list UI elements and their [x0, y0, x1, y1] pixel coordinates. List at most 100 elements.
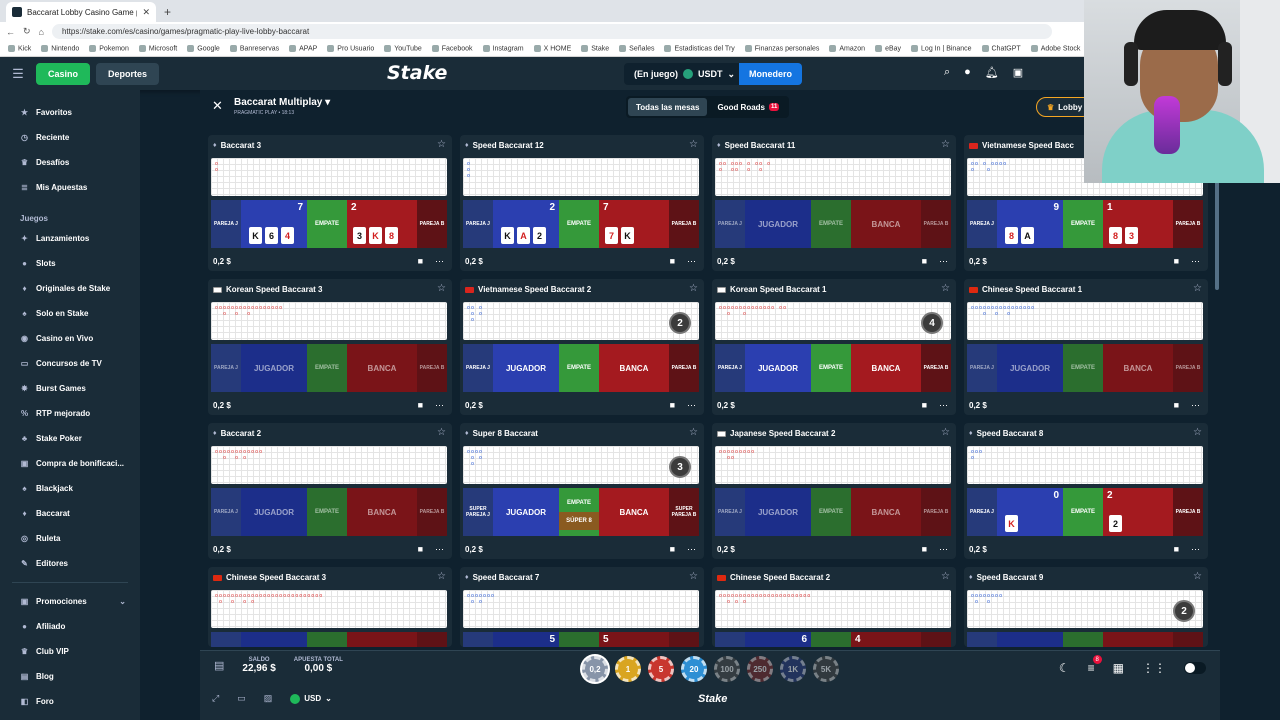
player-zone[interactable]: 2KA2	[493, 200, 559, 248]
tab-all-tables[interactable]: Todas las mesas	[628, 98, 708, 116]
more-icon[interactable]: ⋯	[435, 400, 444, 411]
grid-icon[interactable]: ⋮⋮	[1142, 661, 1166, 675]
theatre-icon[interactable]: ▭	[237, 693, 246, 704]
video-icon[interactable]: ■	[670, 544, 675, 555]
chip[interactable]: 100	[714, 656, 740, 682]
sidebar-item-blog[interactable]: ▤ Blog	[0, 664, 140, 689]
sidebar-item-baccarat[interactable]: ♦ Baccarat	[0, 501, 140, 526]
bookmark[interactable]: Pro Usuario	[327, 45, 374, 52]
bookmark[interactable]: Instagram	[483, 45, 524, 52]
banker-pair-zone[interactable]: PAREJA B	[669, 200, 699, 248]
video-icon[interactable]: ■	[670, 256, 675, 267]
sidebar-item-rtp[interactable]: % RTP mejorado	[0, 401, 140, 426]
banker-pair-zone[interactable]: SUPER PAREJA B	[669, 488, 699, 536]
table-card[interactable]: ♦ Speed Baccarat 8 ☆ ooo o PAREJA J 0 K EMPATE 2…	[964, 423, 1208, 559]
table-card[interactable]: Japanese Speed Baccarat 2 ☆ ooooooooo oo PA…	[712, 423, 956, 559]
search-icon[interactable]: ⌕	[944, 66, 950, 79]
table-card[interactable]: Korean Speed Baccarat 1 ☆ oooooooooooooo o…	[712, 279, 956, 415]
tie-zone[interactable]: EMPATE	[811, 200, 851, 248]
sidebar-item-reciente[interactable]: ◷ Reciente	[0, 125, 140, 150]
more-icon[interactable]: ⋯	[1191, 256, 1200, 267]
tab-good-roads[interactable]: Good Roads 11	[709, 98, 787, 116]
sidebar-item-favoritos[interactable]: ★ Favoritos	[0, 100, 140, 125]
star-icon[interactable]: ☆	[941, 427, 950, 438]
user-icon[interactable]: ●	[964, 66, 971, 79]
table-card[interactable]: Vietnamese Speed Baccarat 2 ☆ oo o o o o 2 P…	[460, 279, 704, 415]
chip[interactable]: 5K	[813, 656, 839, 682]
video-icon[interactable]: ■	[1174, 256, 1179, 267]
star-icon[interactable]: ☆	[437, 571, 446, 582]
player-zone[interactable]: 7 K64	[241, 200, 307, 248]
banker-zone[interactable]: BANCA	[851, 200, 921, 248]
player-pair-zone[interactable]: PAREJA J	[967, 200, 997, 248]
player-pair-zone[interactable]: PAREJA J	[211, 344, 241, 392]
table-card[interactable]: ♦ Speed Baccarat 11 ☆ oo ooo o oo o o oo o …	[712, 135, 956, 271]
chip[interactable]: 0,2	[582, 656, 608, 682]
tie-zone[interactable]: EMPATE	[1063, 200, 1103, 248]
history-icon[interactable]: ≡ 8	[1088, 655, 1102, 675]
stats-icon[interactable]: ▦	[1113, 661, 1124, 675]
banker-zone[interactable]: 77K	[599, 200, 669, 248]
star-icon[interactable]: ☆	[689, 571, 698, 582]
bookmark[interactable]: Finanzas personales	[745, 45, 820, 52]
banker-pair-zone[interactable]: PAREJA B	[921, 632, 951, 647]
balance-selector[interactable]: (En juego) USDT ⌄	[624, 63, 746, 85]
bookmark[interactable]: Amazon	[829, 45, 865, 52]
banker-zone[interactable]: 4	[851, 632, 921, 647]
bookmark[interactable]: Kick	[8, 45, 31, 52]
more-icon[interactable]: ⋯	[939, 544, 948, 555]
tie-zone[interactable]: EMPATE	[1063, 488, 1103, 536]
sidebar-item-stake-poker[interactable]: ♣ Stake Poker	[0, 426, 140, 451]
more-icon[interactable]: ⋯	[687, 256, 696, 267]
video-icon[interactable]: ■	[670, 400, 675, 411]
table-card[interactable]: ♦ Super 8 Baccarat ☆ oooo o o o 3 SUPER PAREJ…	[460, 423, 704, 559]
chip[interactable]: 20	[681, 656, 707, 682]
banker-pair-zone[interactable]: PAREJA B	[417, 632, 447, 647]
bookmark[interactable]: Adobe Stock	[1031, 45, 1081, 52]
player-pair-zone[interactable]: PAREJA J	[463, 200, 493, 248]
player-zone[interactable]: JUGADOR	[241, 632, 307, 647]
sidebar-item-solo-en-stake[interactable]: ♠ Solo en Stake	[0, 301, 140, 326]
table-card[interactable]: ♦ Baccarat 2 ☆ oooooooooooo o o o PAREJA J JU…	[208, 423, 452, 559]
player-pair-zone[interactable]: PAREJA J	[463, 632, 493, 647]
banker-zone[interactable]: BANCA	[347, 488, 417, 536]
player-pair-zone[interactable]: PAREJA J	[211, 488, 241, 536]
stake-logo[interactable]: Stake	[387, 62, 447, 84]
more-icon[interactable]: ⋯	[1191, 544, 1200, 555]
video-icon[interactable]: ■	[922, 256, 927, 267]
chip[interactable]: 1	[615, 656, 641, 682]
player-zone[interactable]: JUGADOR	[493, 344, 559, 392]
player-zone[interactable]: JUGADOR	[997, 344, 1063, 392]
banker-pair-zone[interactable]: PAREJA B	[417, 488, 447, 536]
tie-zone[interactable]: EMPATE SÚPER 8	[559, 488, 599, 536]
star-icon[interactable]: ☆	[1193, 571, 1202, 582]
bookmark[interactable]: Banreservas	[230, 45, 279, 52]
player-pair-zone[interactable]: PAREJA J	[967, 488, 997, 536]
chip[interactable]: 250	[747, 656, 773, 682]
player-zone[interactable]: JUGADOR	[493, 488, 559, 536]
sidebar-toggle-icon[interactable]: ▣	[1013, 66, 1023, 79]
tie-zone[interactable]: EMPATE	[307, 632, 347, 647]
player-pair-zone[interactable]: PAREJA J	[211, 632, 241, 647]
more-icon[interactable]: ⋯	[1191, 400, 1200, 411]
star-icon[interactable]: ☆	[941, 571, 950, 582]
sidebar-item-compra-bonificacion[interactable]: ▣ Compra de bonificaci...	[0, 451, 140, 476]
sidebar-item-promociones[interactable]: ▣ Promociones ⌄	[0, 589, 140, 614]
bookmark[interactable]: Señales	[619, 45, 654, 52]
banker-zone[interactable]: BANCA	[1103, 632, 1173, 647]
tie-zone[interactable]: EMPATE	[559, 200, 599, 248]
banker-zone[interactable]: BANCA	[599, 344, 669, 392]
scrollbar[interactable]	[1215, 180, 1219, 290]
video-icon[interactable]: ■	[418, 544, 423, 555]
commission-toggle[interactable]	[1184, 662, 1206, 674]
tie-zone[interactable]: EMPATE	[307, 344, 347, 392]
banker-zone[interactable]: BANCA	[599, 488, 669, 536]
table-card[interactable]: Korean Speed Baccarat 3 ☆ oooooooooooooooo…	[208, 279, 452, 415]
url-input[interactable]: https://stake.com/es/casino/games/pragma…	[51, 24, 1052, 39]
tie-zone[interactable]: EMPATE	[307, 200, 347, 248]
more-icon[interactable]: ⋯	[939, 256, 948, 267]
sidebar-item-ruleta[interactable]: ◎ Ruleta	[0, 526, 140, 551]
player-zone[interactable]: JUGADOR	[745, 200, 811, 248]
more-icon[interactable]: ⋯	[687, 544, 696, 555]
bookmark[interactable]: Pokemon	[89, 45, 129, 52]
